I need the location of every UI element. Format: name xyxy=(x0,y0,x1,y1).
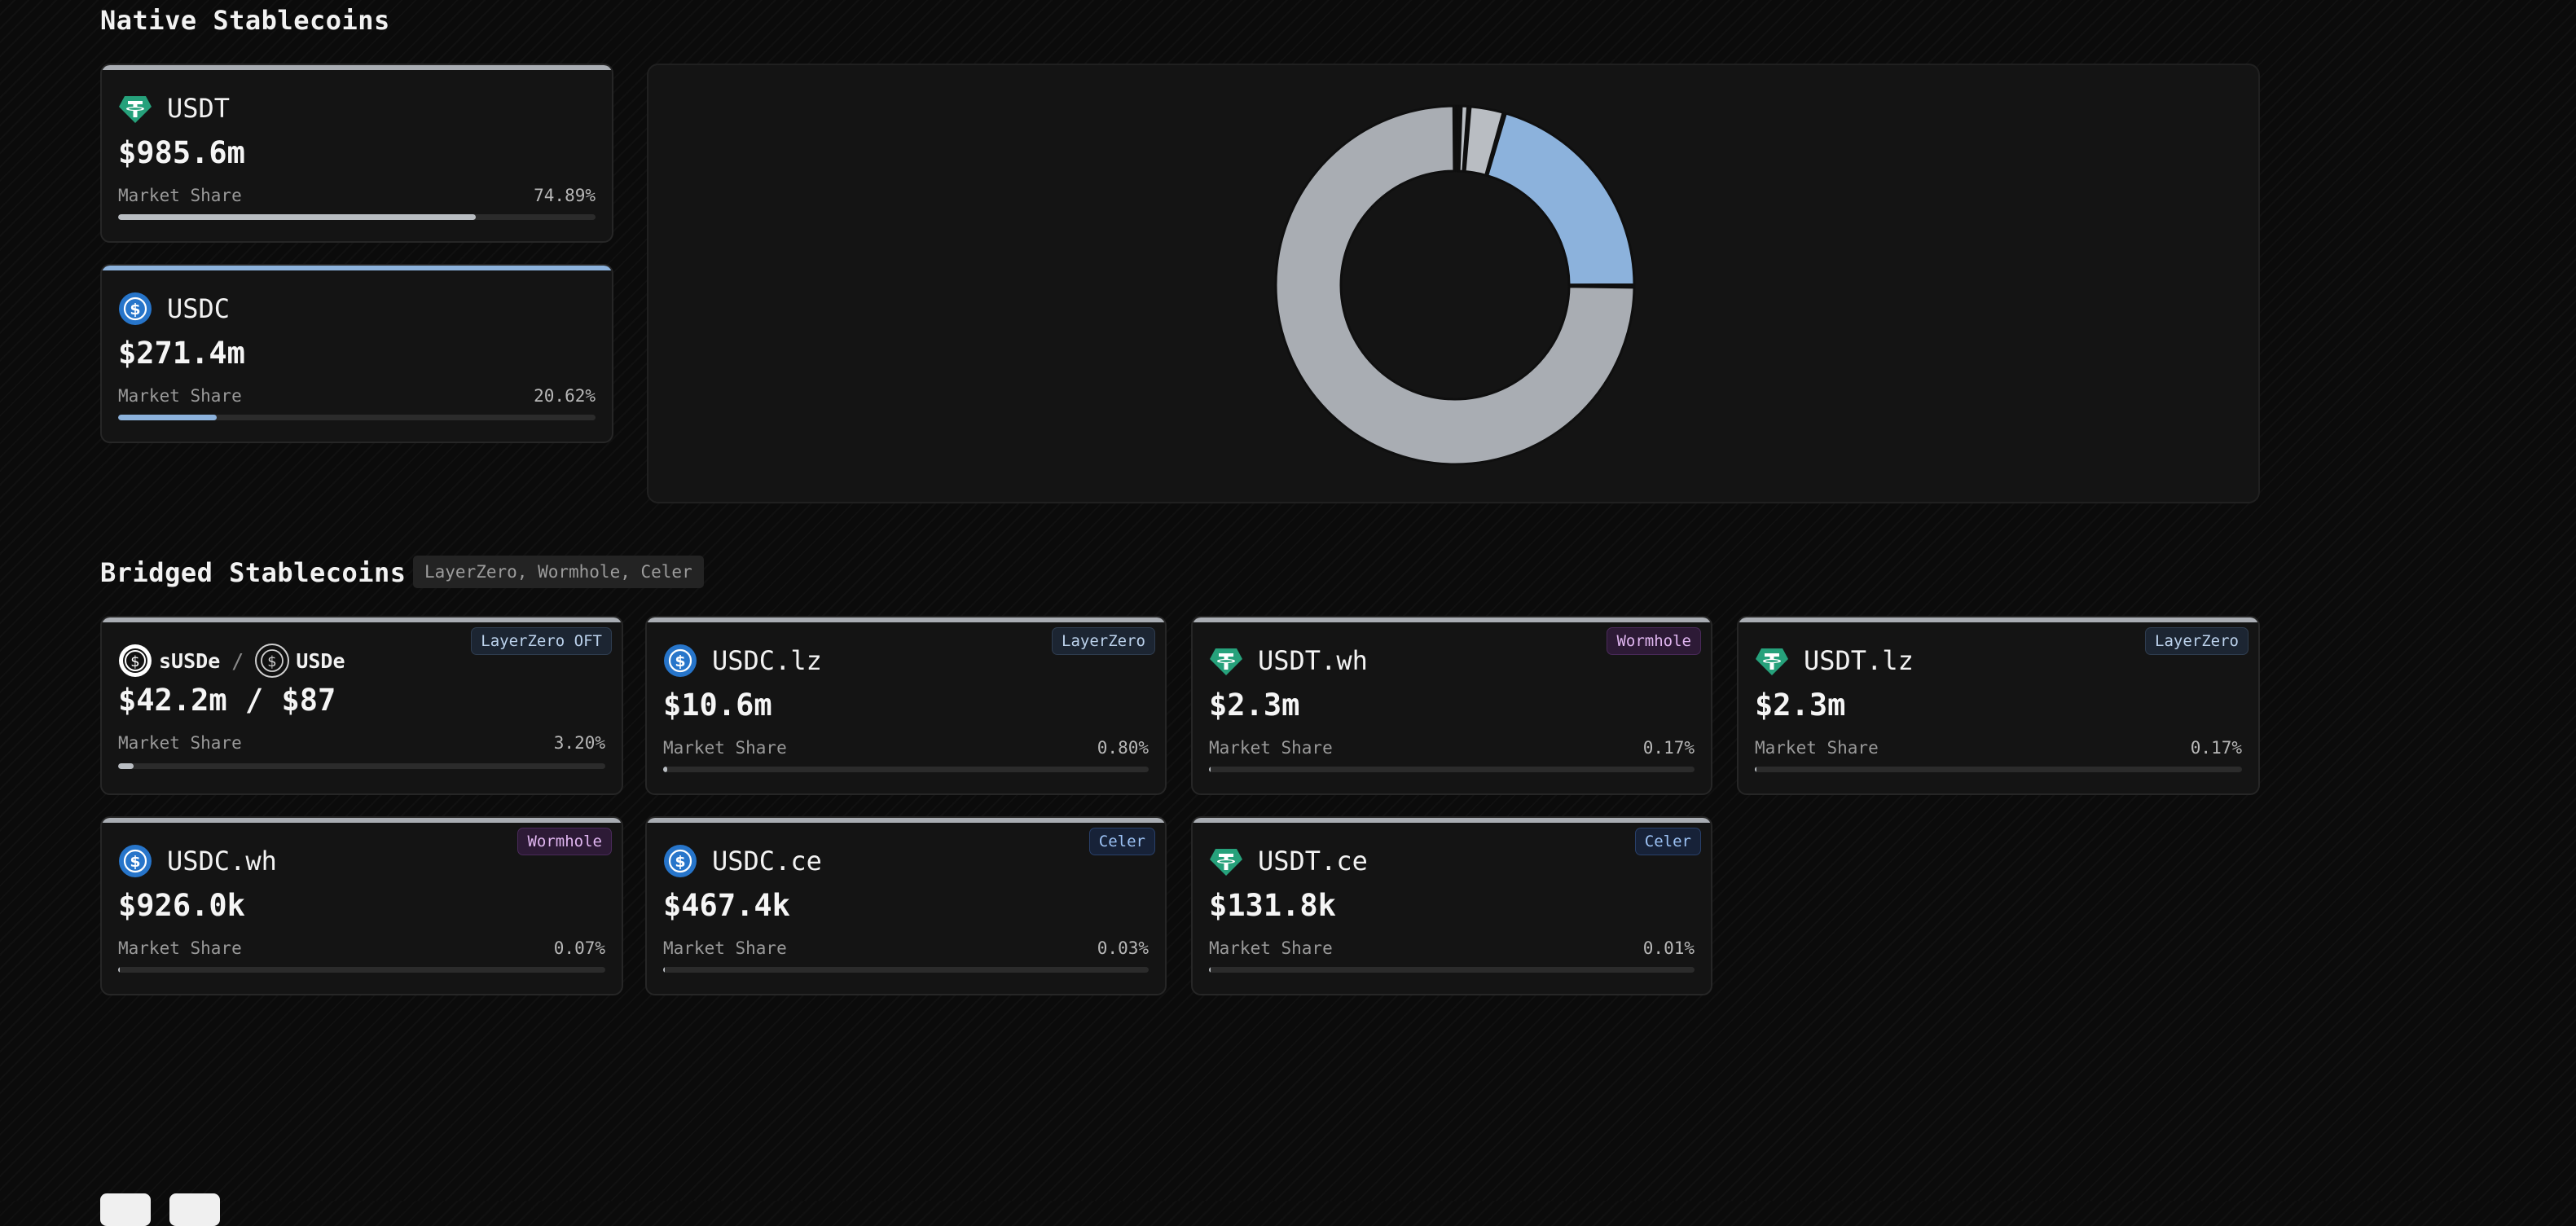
coin-name: USDe xyxy=(296,648,345,673)
market-share-label: Market Share xyxy=(1209,738,1333,758)
market-share-label: Market Share xyxy=(118,733,242,753)
bridged-card-usdt-lz[interactable]: LayerZero USDT.lz $2.3m Market Share 0.1… xyxy=(1737,616,2260,795)
coin-name: sUSDe xyxy=(159,648,221,673)
market-share-bar xyxy=(663,767,1149,772)
bridged-card-usdt-wh[interactable]: Wormhole USDT.wh $2.3m Market Share 0.17… xyxy=(1191,616,1712,795)
tether-icon xyxy=(1209,844,1243,878)
market-share-bar xyxy=(118,763,605,769)
coin-name: USDT.lz xyxy=(1804,645,1914,676)
usdc-icon xyxy=(663,644,697,678)
coin-name: USDT.ce xyxy=(1258,846,1368,877)
market-share-label: Market Share xyxy=(663,938,787,958)
coin-amount: $467.4k xyxy=(663,888,790,923)
card-accent-bar xyxy=(102,617,622,622)
native-card-usdc[interactable]: USDC $271.4m Market Share 20.62% xyxy=(100,264,613,443)
native-section-title: Native Stablecoins xyxy=(100,5,390,36)
card-accent-bar xyxy=(102,266,612,270)
market-share-label: Market Share xyxy=(118,186,242,205)
market-share-fill xyxy=(1209,967,1211,973)
coin-amount: $985.6m xyxy=(118,135,245,170)
card-accent-bar xyxy=(1193,617,1711,622)
card-accent-bar xyxy=(102,818,622,823)
bridged-card-usdt-ce[interactable]: Celer USDT.ce $131.8k Market Share 0.01% xyxy=(1191,816,1712,995)
market-share-value: 20.62% xyxy=(534,386,596,406)
card-accent-bar xyxy=(647,818,1165,823)
card-accent-bar xyxy=(1739,617,2258,622)
protocol-badge: Wormhole xyxy=(1607,627,1701,655)
market-share-label: Market Share xyxy=(118,938,242,958)
coin-amount: $271.4m xyxy=(118,336,245,371)
market-share-label: Market Share xyxy=(1755,738,1879,758)
market-share-fill xyxy=(1755,767,1756,772)
pair-separator: / xyxy=(231,648,244,673)
bridged-card-susde[interactable]: LayerZero OFT sUSDe / USDe $42.2m / $87 … xyxy=(100,616,623,795)
market-share-fill xyxy=(663,967,665,973)
protocol-badge: LayerZero OFT xyxy=(471,627,612,655)
market-share-value: 0.07% xyxy=(553,938,605,958)
market-share-value: 0.01% xyxy=(1642,938,1695,958)
market-share-donut-chart xyxy=(1274,104,1636,466)
market-share-fill xyxy=(1209,767,1211,772)
market-share-fill xyxy=(118,214,476,220)
coin-name: USDC xyxy=(167,293,231,324)
market-share-chart-panel xyxy=(647,64,2260,503)
coin-name: USDC.lz xyxy=(712,645,822,676)
usdc-icon xyxy=(118,844,152,878)
market-share-value: 0.03% xyxy=(1097,938,1149,958)
market-share-label: Market Share xyxy=(118,386,242,406)
usdc-icon xyxy=(118,292,152,326)
tether-icon xyxy=(1209,644,1243,678)
coin-amount: $2.3m xyxy=(1209,688,1300,723)
market-share-fill xyxy=(118,967,120,973)
coin-amount: $926.0k xyxy=(118,888,245,923)
market-share-bar xyxy=(1755,767,2242,772)
usdc-icon xyxy=(663,844,697,878)
footer-button[interactable] xyxy=(100,1193,151,1226)
protocol-badge: LayerZero xyxy=(2145,627,2249,655)
native-card-usdt[interactable]: USDT $985.6m Market Share 74.89% xyxy=(100,64,613,243)
bridge-protocols-chip: LayerZero, Wormhole, Celer xyxy=(413,556,704,588)
card-accent-bar xyxy=(102,65,612,70)
card-accent-bar xyxy=(647,617,1165,622)
coin-amount: $10.6m xyxy=(663,688,772,723)
coin-name: USDC.wh xyxy=(167,846,277,877)
market-share-label: Market Share xyxy=(1209,938,1333,958)
coin-name: USDT.wh xyxy=(1258,645,1368,676)
market-share-fill xyxy=(118,763,134,769)
protocol-badge: LayerZero xyxy=(1052,627,1155,655)
market-share-bar xyxy=(663,967,1149,973)
donut-slice-usdc[interactable] xyxy=(1485,112,1636,287)
market-share-fill xyxy=(663,767,667,772)
coin-amount: $131.8k xyxy=(1209,888,1336,923)
market-share-fill xyxy=(118,415,217,420)
market-share-bar xyxy=(118,214,596,220)
coin-name: USDC.ce xyxy=(712,846,822,877)
protocol-badge: Celer xyxy=(1634,828,1701,855)
market-share-value: 3.20% xyxy=(553,733,605,753)
card-accent-bar xyxy=(1193,818,1711,823)
usde-icon xyxy=(255,644,289,678)
market-share-value: 0.17% xyxy=(2190,738,2242,758)
market-share-bar xyxy=(1209,767,1695,772)
tether-icon xyxy=(118,91,152,125)
market-share-value: 74.89% xyxy=(534,186,596,205)
bridged-card-usdc-lz[interactable]: LayerZero USDC.lz $10.6m Market Share 0.… xyxy=(645,616,1167,795)
bridged-card-usdc-ce[interactable]: Celer USDC.ce $467.4k Market Share 0.03% xyxy=(645,816,1167,995)
susde-icon xyxy=(118,644,152,678)
bridged-card-usdc-wh[interactable]: Wormhole USDC.wh $926.0k Market Share 0.… xyxy=(100,816,623,995)
protocol-badge: Celer xyxy=(1088,828,1155,855)
market-share-label: Market Share xyxy=(663,738,787,758)
coin-amount: $42.2m / $87 xyxy=(118,683,336,718)
bridged-section-title: Bridged Stablecoins xyxy=(100,557,407,588)
tether-icon xyxy=(1755,644,1789,678)
footer-button[interactable] xyxy=(169,1193,220,1226)
market-share-bar xyxy=(118,967,605,973)
coin-amount: $2.3m xyxy=(1755,688,1846,723)
protocol-badge: Wormhole xyxy=(517,828,612,855)
market-share-value: 0.80% xyxy=(1097,738,1149,758)
market-share-value: 0.17% xyxy=(1642,738,1695,758)
coin-name: USDT xyxy=(167,93,231,124)
market-share-bar xyxy=(118,415,596,420)
market-share-bar xyxy=(1209,967,1695,973)
